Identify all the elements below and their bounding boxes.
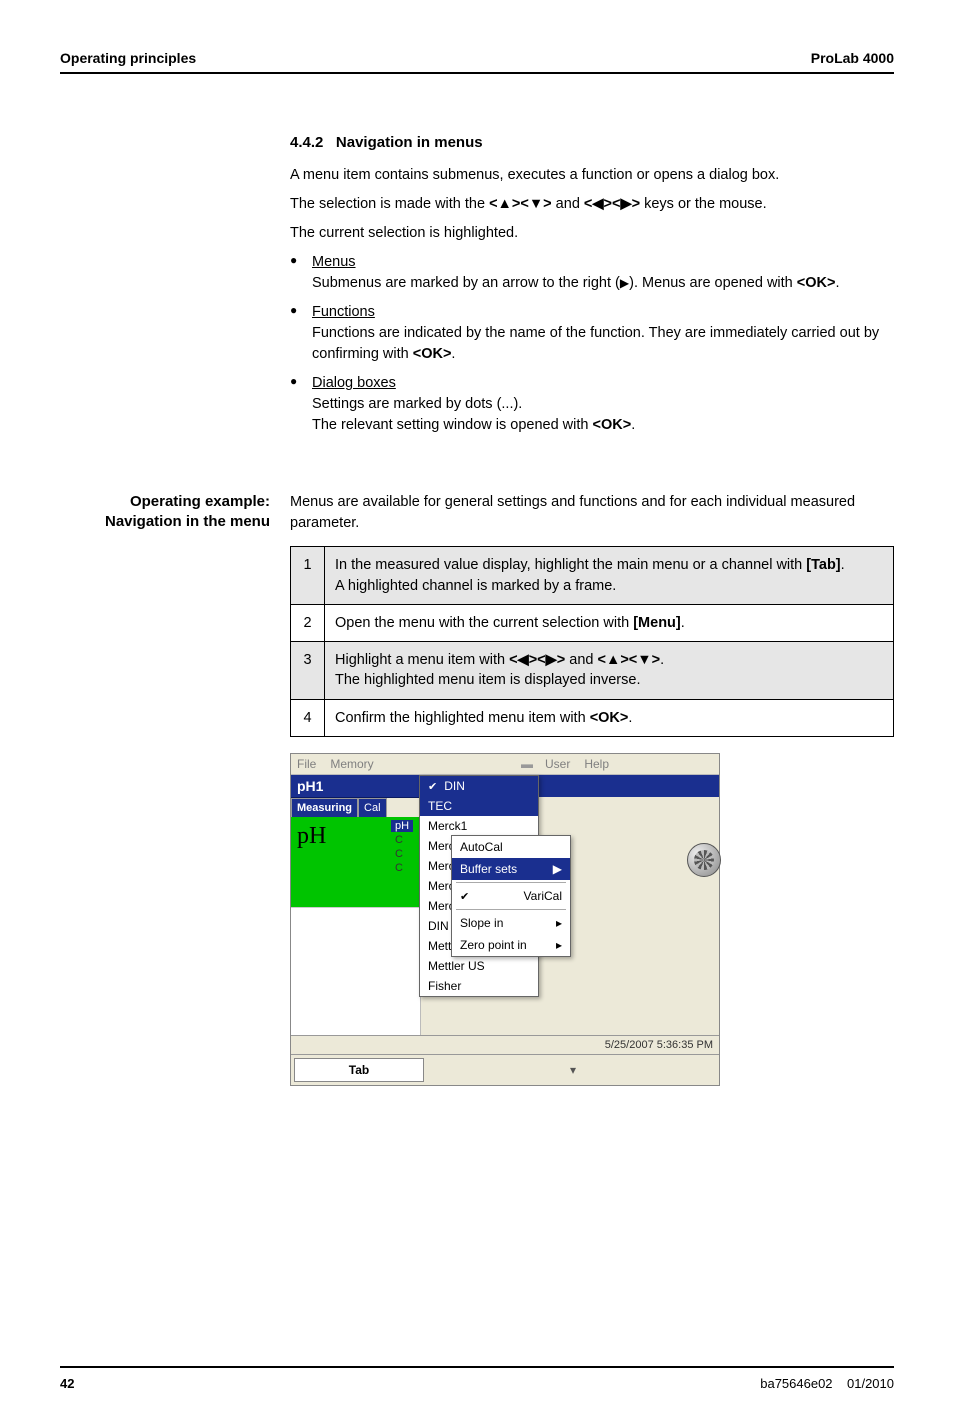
step-text: In the measured value display, highlight…	[325, 547, 894, 605]
menu-file[interactable]: File	[297, 757, 316, 771]
para-1: A menu item contains submenus, executes …	[290, 165, 894, 186]
menu-user[interactable]: User	[545, 757, 570, 771]
step-num: 4	[291, 699, 325, 736]
rotary-knob-icon[interactable]	[687, 843, 721, 877]
header-left: Operating principles	[60, 50, 196, 66]
chevron-right-icon: ▶	[553, 862, 562, 876]
dd-item[interactable]: Fisher	[420, 976, 538, 996]
menu-memory[interactable]: Memory	[330, 757, 373, 771]
page-number: 42	[60, 1376, 74, 1391]
intro-2: Menus are available for general settings…	[290, 492, 894, 534]
sm-buffer-sets[interactable]: Buffer sets▶	[452, 858, 570, 880]
channel-label[interactable]: pH1	[291, 775, 420, 798]
step-text: Highlight a menu item with <◀><▶> and <▲…	[325, 642, 894, 700]
ph-label: pH	[297, 823, 326, 850]
dd-item[interactable]: Mettler US	[420, 956, 538, 976]
para-3: The current selection is highlighted.	[290, 223, 894, 244]
app-window: File Memory ▬ User Help pH1	[290, 753, 720, 1086]
step-text: Confirm the highlighted menu item with <…	[325, 699, 894, 736]
header-right: ProLab 4000	[811, 50, 894, 66]
menu-help[interactable]: Help	[584, 757, 609, 771]
step-num: 1	[291, 547, 325, 605]
dd-item-din[interactable]: DIN	[420, 776, 538, 796]
cal-submenu[interactable]: AutoCal Buffer sets▶ VariCal Slope in▸ Z…	[451, 835, 571, 957]
mini-side-labels: pH C C C	[391, 820, 413, 874]
step-num: 3	[291, 642, 325, 700]
tab-button[interactable]: Tab	[294, 1058, 424, 1082]
tab-measuring[interactable]: Measuring	[291, 798, 358, 817]
bullet-menus: Menus Submenus are marked by an arrow to…	[290, 252, 894, 294]
para-2: The selection is made with the <▲><▼> an…	[290, 194, 894, 215]
sm-slope[interactable]: Slope in▸	[452, 912, 570, 934]
bullet-functions: Functions Functions are indicated by the…	[290, 302, 894, 365]
sm-autocal[interactable]: AutoCal	[452, 836, 570, 858]
step-text: Open the menu with the current selection…	[325, 604, 894, 641]
sm-varical[interactable]: VariCal	[452, 885, 570, 907]
chevron-right-icon: ▸	[556, 938, 562, 952]
section-heading: 4.4.2 Navigation in menus	[290, 134, 894, 151]
grabber-icon: ▬	[521, 757, 533, 771]
chevron-right-icon: ▸	[556, 916, 562, 930]
bullet-dialog: Dialog boxes Settings are marked by dots…	[290, 373, 894, 436]
step-num: 2	[291, 604, 325, 641]
sidebar-label: Operating example: Navigation in the men…	[60, 492, 270, 533]
tab-cal[interactable]: Cal	[358, 798, 387, 817]
grabber-bottom-icon: ▾	[427, 1055, 719, 1085]
status-timestamp: 5/25/2007 5:36:35 PM	[291, 1035, 719, 1054]
dd-item[interactable]: Merck1	[420, 816, 538, 836]
dd-item-tec[interactable]: TEC	[420, 796, 538, 816]
sm-zeropoint[interactable]: Zero point in▸	[452, 934, 570, 956]
steps-table: 1 In the measured value display, highlig…	[290, 546, 894, 737]
footer-meta: ba75646e02 01/2010	[760, 1376, 894, 1391]
